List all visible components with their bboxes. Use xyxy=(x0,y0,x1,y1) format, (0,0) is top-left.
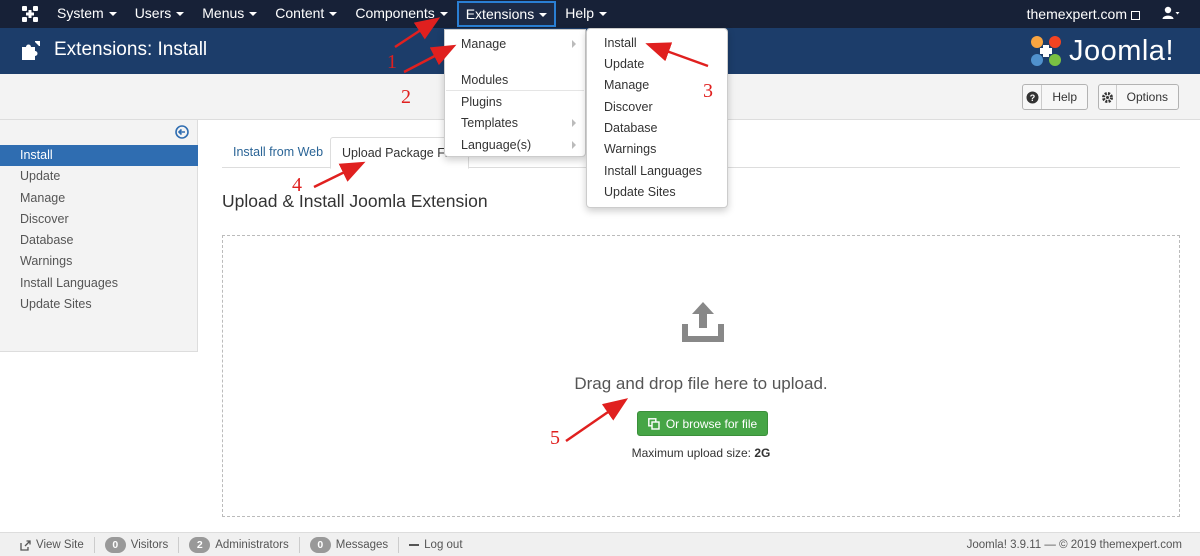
nav-right: themexpert.com xyxy=(1027,0,1180,28)
user-menu[interactable] xyxy=(1162,6,1180,23)
ext-menu-modules[interactable]: Modules xyxy=(461,71,508,89)
manage-menu-database[interactable]: Database xyxy=(604,119,658,137)
manage-menu-update[interactable]: Update xyxy=(604,55,644,73)
svg-text:?: ? xyxy=(1029,93,1035,103)
joomla-emblem-icon xyxy=(1030,36,1061,66)
joomla-logo-icon[interactable] xyxy=(20,4,40,24)
visitors-badge: 0 xyxy=(104,537,126,553)
external-link-icon xyxy=(1131,10,1140,20)
menu-help[interactable]: Help xyxy=(556,0,616,28)
upload-dropzone[interactable]: Drag and drop file here to upload. Or br… xyxy=(222,235,1180,517)
manage-submenu: Install Update Manage Discover Database … xyxy=(586,28,728,208)
upload-icon xyxy=(682,302,724,342)
main-menu: System Users Menus Content Components Ex… xyxy=(48,0,616,28)
ext-menu-languages[interactable]: Language(s) xyxy=(461,136,531,154)
menu-extensions[interactable]: Extensions xyxy=(456,1,557,27)
sidebar-item-update[interactable]: Update xyxy=(0,166,198,187)
menu-content[interactable]: Content xyxy=(266,0,346,28)
manage-menu-install[interactable]: Install xyxy=(604,34,637,52)
sidebar-list: Install Update Manage Discover Database … xyxy=(0,145,198,315)
user-icon xyxy=(1162,6,1180,19)
external-link-icon xyxy=(20,539,31,551)
extensions-dropdown: Manage Modules Plugins Templates Languag… xyxy=(444,29,586,157)
administrators-badge: 2 xyxy=(189,537,211,553)
sidebar-collapse-icon[interactable] xyxy=(175,125,189,139)
sidebar-item-manage[interactable]: Manage xyxy=(0,188,198,209)
minus-icon xyxy=(409,544,420,546)
drop-instructions: Drag and drop file here to upload. xyxy=(574,374,828,393)
caret-down-icon xyxy=(176,12,185,17)
sidebar-item-update-sites[interactable]: Update Sites xyxy=(0,294,198,315)
menu-system[interactable]: System xyxy=(48,0,126,28)
sidebar-item-discover[interactable]: Discover xyxy=(0,209,198,230)
sidebar: Install Update Manage Discover Database … xyxy=(0,120,198,352)
caret-down-icon xyxy=(249,12,258,17)
ext-menu-manage[interactable]: Manage xyxy=(461,35,506,53)
menu-components[interactable]: Components xyxy=(346,0,456,28)
messages-badge: 0 xyxy=(309,537,331,553)
messages-status[interactable]: 0 Messages xyxy=(300,537,400,553)
visitors-status[interactable]: 0 Visitors xyxy=(95,537,180,553)
annotation-number-5: 5 xyxy=(550,427,560,449)
sidebar-item-database[interactable]: Database xyxy=(0,230,198,251)
menu-divider xyxy=(446,90,584,91)
copy-icon xyxy=(647,417,660,430)
ext-menu-templates[interactable]: Templates xyxy=(461,114,518,132)
chevron-right-icon xyxy=(572,119,576,127)
manage-menu-discover[interactable]: Discover xyxy=(604,98,653,116)
sidebar-item-warnings[interactable]: Warnings xyxy=(0,251,198,272)
version-info: Joomla! 3.9.11 — © 2019 themexpert.com xyxy=(966,539,1182,551)
browse-file-button[interactable]: Or browse for file xyxy=(637,411,768,436)
annotation-number-2: 2 xyxy=(401,86,411,108)
tab-install-from-web[interactable]: Install from Web xyxy=(222,137,334,168)
caret-down-icon xyxy=(108,12,117,17)
top-navbar: System Users Menus Content Components Ex… xyxy=(0,0,1200,28)
menu-users[interactable]: Users xyxy=(126,0,194,28)
question-icon: ? xyxy=(1023,85,1043,109)
menu-menus[interactable]: Menus xyxy=(193,0,266,28)
page-title: Extensions: Install xyxy=(54,39,208,60)
max-upload-size: Maximum upload size: 2G xyxy=(631,446,771,460)
view-site-link[interactable]: View Site xyxy=(10,537,95,553)
puzzle-icon xyxy=(22,41,40,60)
ext-menu-plugins[interactable]: Plugins xyxy=(461,93,502,111)
annotation-number-4: 4 xyxy=(292,174,302,196)
gear-icon xyxy=(1099,85,1117,109)
manage-menu-update-sites[interactable]: Update Sites xyxy=(604,183,676,201)
logout-link[interactable]: Log out xyxy=(399,537,472,553)
administrators-status[interactable]: 2 Administrators xyxy=(179,537,300,553)
annotation-number-3: 3 xyxy=(703,80,713,102)
annotation-number-1: 1 xyxy=(387,51,397,73)
caret-down-icon xyxy=(439,12,448,17)
section-title: Upload & Install Joomla Extension xyxy=(222,191,488,211)
sidebar-item-install-languages[interactable]: Install Languages xyxy=(0,273,198,294)
footer-items: View Site 0 Visitors 2 Administrators 0 … xyxy=(10,533,473,556)
caret-down-icon xyxy=(539,13,548,18)
caret-down-icon xyxy=(329,12,338,17)
site-link[interactable]: themexpert.com xyxy=(1027,6,1140,22)
status-footer: View Site 0 Visitors 2 Administrators 0 … xyxy=(0,532,1200,556)
manage-menu-install-languages[interactable]: Install Languages xyxy=(604,162,702,180)
joomla-brand-logo: Joomla! xyxy=(1029,34,1174,68)
options-button[interactable]: Options xyxy=(1098,84,1179,110)
chevron-right-icon xyxy=(572,141,576,149)
caret-down-icon xyxy=(599,12,607,17)
help-button[interactable]: ? Help xyxy=(1022,84,1088,110)
sidebar-item-install[interactable]: Install xyxy=(0,145,198,167)
manage-menu-warnings[interactable]: Warnings xyxy=(604,140,656,158)
manage-menu-manage[interactable]: Manage xyxy=(604,76,649,94)
chevron-right-icon xyxy=(572,40,576,48)
